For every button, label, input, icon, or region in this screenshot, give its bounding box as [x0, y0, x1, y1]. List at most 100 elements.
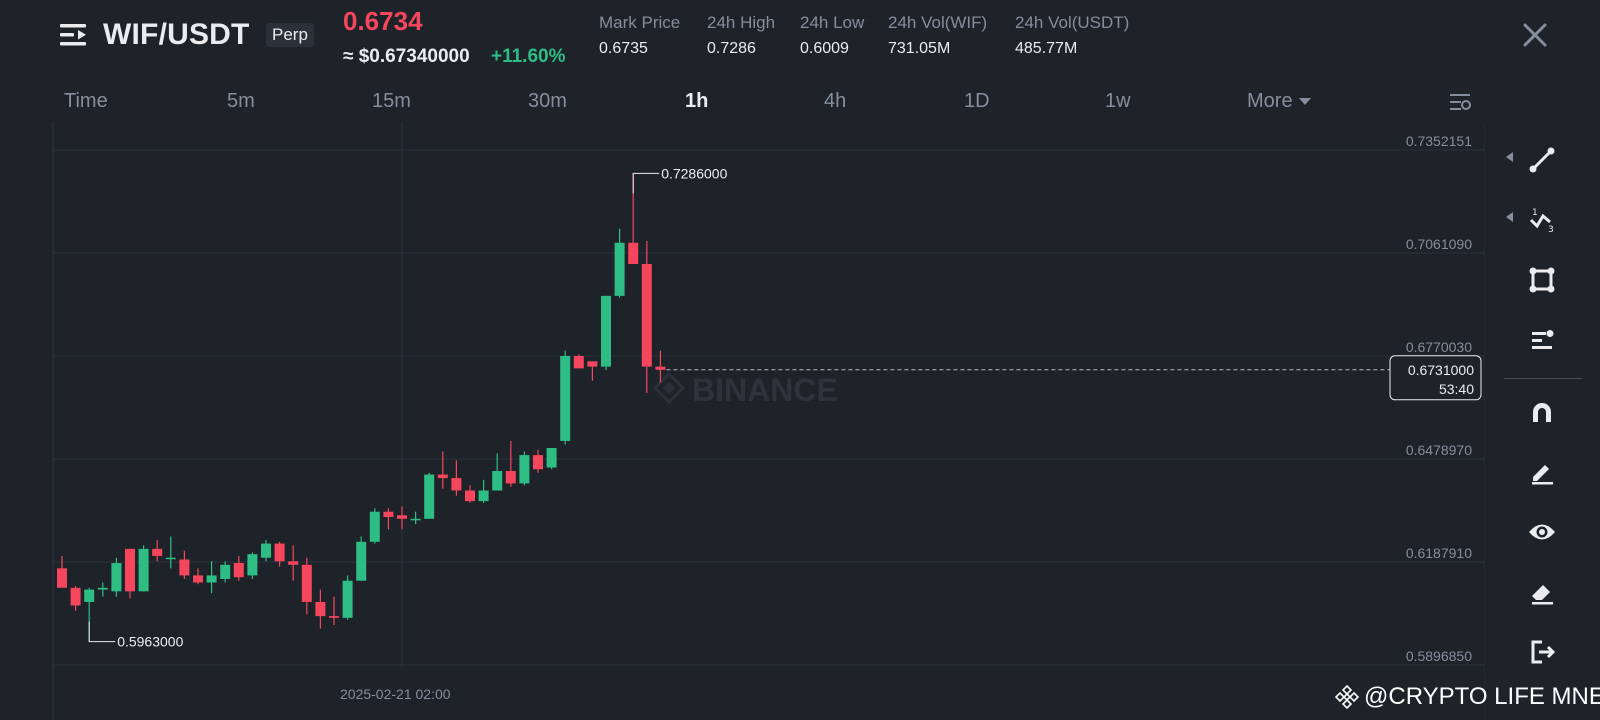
stat-value: 0.6735 — [599, 40, 648, 57]
y-tick-label: 0.5896850 — [1406, 648, 1472, 664]
stat-value: 0.6009 — [800, 40, 849, 57]
eye-icon — [1529, 524, 1555, 540]
menu-icon[interactable] — [58, 20, 88, 50]
candle — [70, 586, 81, 611]
tab-15m[interactable]: 15m — [372, 90, 411, 113]
candle-body — [560, 356, 571, 441]
text-tool-button[interactable] — [1520, 320, 1564, 360]
candle — [206, 561, 217, 594]
caret-left-icon[interactable] — [1506, 212, 1513, 222]
last-price: 0.6734 — [343, 6, 423, 36]
candle-body — [410, 518, 421, 521]
candle — [587, 361, 598, 381]
candle — [165, 536, 176, 569]
trading-pair[interactable]: WIF/USDT — [103, 18, 250, 52]
candle-body — [261, 543, 271, 558]
low-marker-line — [88, 621, 116, 643]
candle — [111, 557, 122, 597]
candle — [533, 449, 543, 473]
tab-30m[interactable]: 30m — [528, 90, 567, 113]
candle — [424, 472, 435, 519]
toolbar-divider — [1504, 378, 1582, 379]
candle — [505, 440, 516, 487]
binance-logo-icon — [1334, 684, 1360, 710]
y-tick-label: 0.7061090 — [1406, 236, 1472, 252]
chart-grid — [52, 122, 1485, 720]
candle-body — [587, 361, 598, 367]
chart-canvas[interactable]: BINANCE 0.7286000 0.5963000 0.6731000 53:40… — [0, 122, 1485, 720]
candle-body — [179, 559, 190, 576]
eraser-button[interactable] — [1520, 572, 1564, 612]
candle-body — [315, 601, 326, 617]
caret-left-icon[interactable] — [1506, 152, 1513, 162]
candle-body — [397, 515, 407, 519]
svg-text:3: 3 — [1548, 225, 1554, 234]
stat-label: 24h Low — [800, 13, 865, 32]
candles — [57, 173, 666, 642]
candle-body — [247, 554, 258, 576]
candle — [519, 451, 530, 486]
stat-mark-price: Mark Price 0.6735 — [599, 13, 680, 58]
drawing-toolbar: 1 3 — [1500, 140, 1600, 700]
candle-body — [369, 511, 380, 542]
candle-body — [301, 564, 312, 602]
candle — [573, 354, 584, 369]
candle-body — [573, 356, 584, 369]
candle-body — [111, 563, 122, 592]
rectangle-tool-button[interactable] — [1520, 260, 1564, 300]
stat-label: 24h Vol(USDT) — [1015, 13, 1130, 32]
candle — [437, 451, 448, 489]
candle-body — [383, 511, 394, 518]
candle-body — [533, 455, 543, 470]
caret-down-icon — [1298, 98, 1311, 106]
candle — [193, 568, 203, 585]
candle-body — [97, 587, 108, 590]
candle-body — [546, 448, 557, 468]
pencil-button[interactable] — [1520, 452, 1564, 492]
tab-time[interactable]: Time — [64, 90, 108, 113]
tab-5m[interactable]: 5m — [227, 90, 255, 113]
stat-value: 731.05M — [888, 40, 951, 57]
stat-24h-low: 24h Low 0.6009 — [800, 13, 864, 58]
candlestick-chart[interactable]: BINANCE 0.7286000 0.5963000 0.6731000 53:40… — [0, 122, 1485, 720]
tab-1w[interactable]: 1w — [1105, 90, 1131, 113]
candle — [356, 536, 367, 581]
fibonacci-tool-button[interactable]: 1 3 — [1520, 200, 1564, 240]
stat-24h-vol-wif: 24h Vol(WIF) 731.05M — [888, 13, 987, 58]
visibility-button[interactable] — [1520, 512, 1564, 552]
candle — [220, 561, 231, 583]
candle-body — [478, 490, 489, 502]
candle — [369, 508, 380, 544]
candle-body — [492, 471, 503, 491]
candle — [288, 545, 299, 581]
high-marker-line — [632, 172, 660, 194]
candle-body — [519, 455, 530, 484]
current-price-label: 0.6731000 — [1408, 362, 1474, 378]
candle-body — [220, 564, 231, 579]
candle-body — [424, 474, 435, 519]
magnet-button[interactable] — [1520, 392, 1564, 432]
candle-body — [57, 568, 67, 588]
tab-1h[interactable]: 1h — [685, 90, 708, 113]
chart-settings-icon[interactable] — [1448, 90, 1472, 114]
tab-more[interactable]: More — [1247, 90, 1311, 113]
eraser-icon — [1532, 585, 1553, 605]
close-icon[interactable] — [1520, 20, 1550, 50]
high-annotation: 0.7286000 — [661, 165, 727, 181]
candle-body — [342, 580, 353, 618]
candle — [152, 540, 163, 562]
interval-tabs: Time 5m 15m 30m 1h 4h 1D 1w More — [0, 86, 1500, 120]
tab-1d[interactable]: 1D — [964, 90, 990, 113]
tab-4h[interactable]: 4h — [824, 90, 846, 113]
line-tool-button[interactable] — [1520, 140, 1564, 180]
exit-button[interactable] — [1520, 632, 1564, 672]
candle — [125, 548, 135, 599]
magnet-icon — [1533, 403, 1551, 422]
candle-body — [125, 548, 135, 592]
candle — [247, 552, 258, 579]
candle-body — [206, 575, 217, 583]
candle — [546, 448, 557, 470]
stat-label: 24h Vol(WIF) — [888, 13, 988, 32]
candle — [397, 506, 407, 530]
candle — [410, 511, 421, 525]
